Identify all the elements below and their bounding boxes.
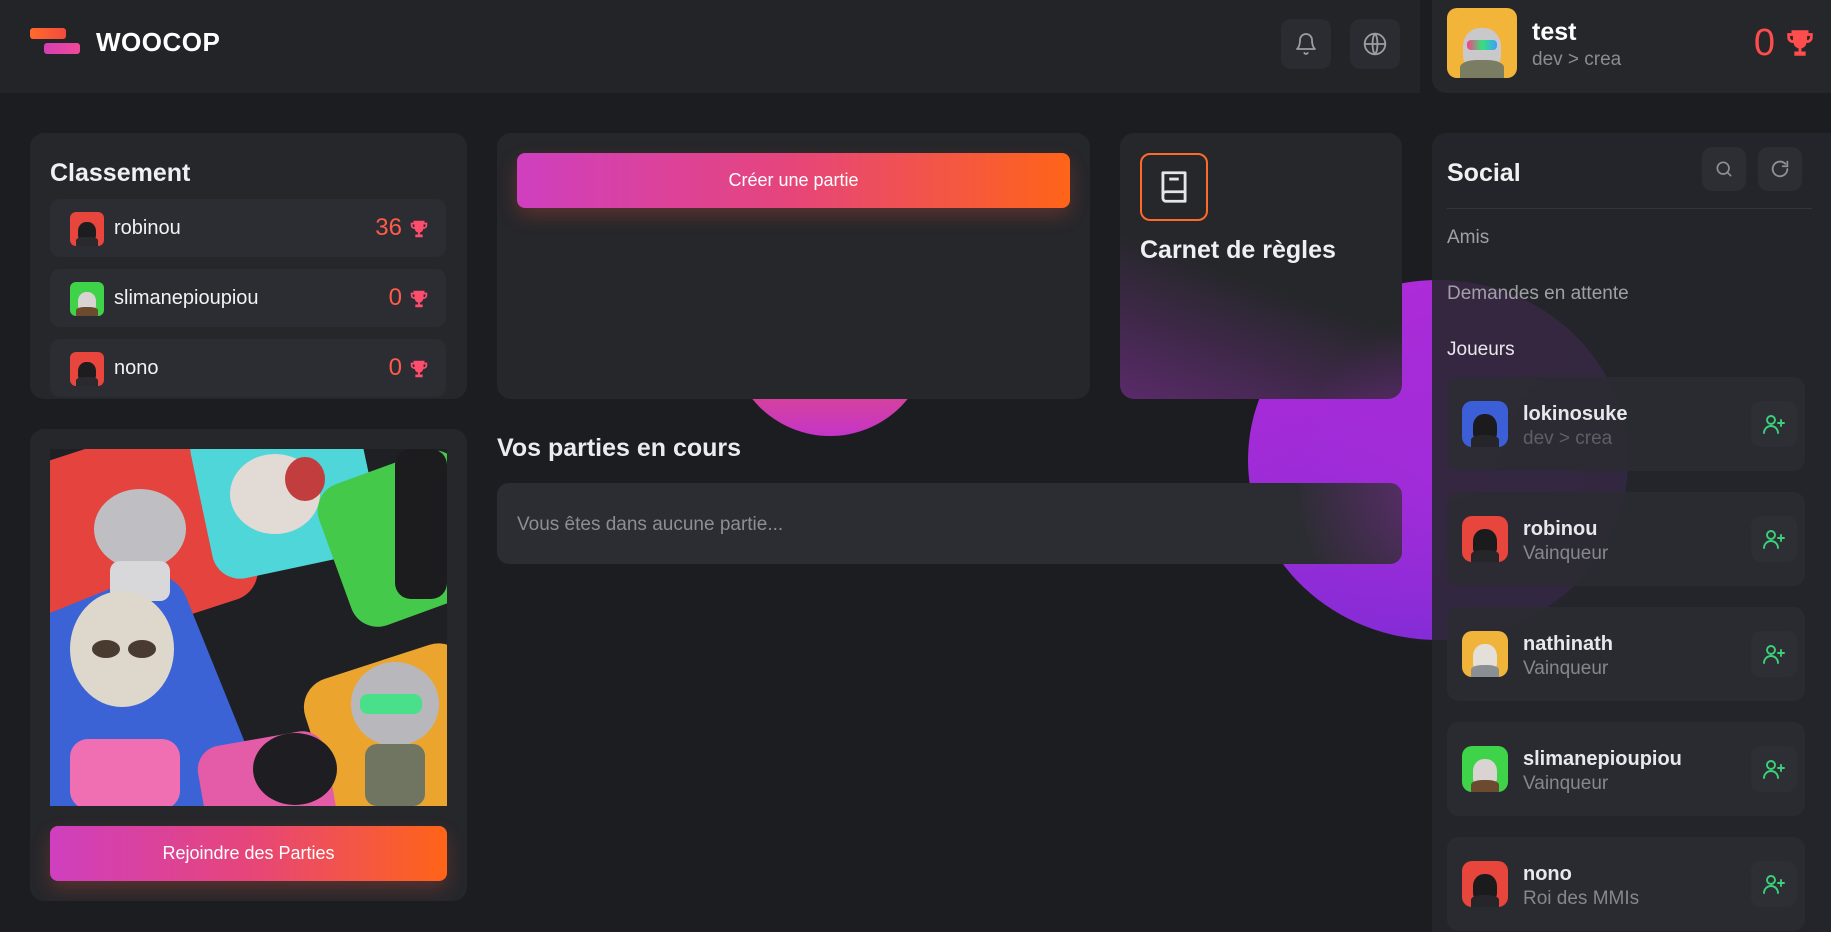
player-card[interactable]: slimanepioupiou Vainqueur bbox=[1447, 722, 1805, 816]
social-search-button[interactable] bbox=[1702, 147, 1746, 191]
leaderboard-row[interactable]: robinou 36 bbox=[50, 199, 446, 257]
leaderboard-player-name: robinou bbox=[114, 217, 181, 239]
user-plus-icon bbox=[1763, 415, 1785, 434]
user-name: test bbox=[1532, 18, 1577, 46]
notifications-button[interactable] bbox=[1281, 19, 1331, 69]
join-games-card: Rejoindre des Parties bbox=[30, 429, 467, 901]
brand-name: WOOCOP bbox=[96, 26, 221, 57]
join-games-button[interactable]: Rejoindre des Parties bbox=[50, 826, 447, 881]
avatar bbox=[1462, 746, 1508, 792]
brand[interactable]: WOOCOP bbox=[30, 26, 220, 58]
player-name: slimanepioupiou bbox=[1523, 748, 1682, 770]
player-subtitle: Roi des MMIs bbox=[1523, 888, 1640, 909]
avatar bbox=[1462, 861, 1508, 907]
add-friend-button[interactable] bbox=[1751, 516, 1797, 562]
add-friend-button[interactable] bbox=[1751, 746, 1797, 792]
trophy-icon bbox=[410, 220, 428, 238]
bell-icon bbox=[1296, 33, 1316, 55]
player-name: nono bbox=[1523, 863, 1572, 885]
brand-logo-icon bbox=[30, 26, 82, 58]
avatar bbox=[1462, 516, 1508, 562]
avatar bbox=[1447, 8, 1517, 78]
social-tab-friends[interactable]: Amis bbox=[1447, 227, 1489, 249]
social-refresh-button[interactable] bbox=[1758, 147, 1802, 191]
player-subtitle: dev > crea bbox=[1523, 428, 1613, 449]
trophy-icon bbox=[1787, 30, 1813, 56]
globe-icon bbox=[1363, 32, 1387, 56]
player-card[interactable]: nathinath Vainqueur bbox=[1447, 607, 1805, 701]
player-name: robinou bbox=[1523, 518, 1598, 540]
social-divider bbox=[1447, 208, 1812, 209]
add-friend-button[interactable] bbox=[1751, 401, 1797, 447]
ongoing-games-title: Vos parties en cours bbox=[497, 434, 742, 462]
social-tab-pending[interactable]: Demandes en attente bbox=[1447, 283, 1629, 305]
player-subtitle: Vainqueur bbox=[1523, 658, 1609, 679]
social-title: Social bbox=[1447, 159, 1521, 187]
rules-icon-frame bbox=[1140, 153, 1208, 221]
leaderboard-score: 0 bbox=[388, 354, 402, 381]
top-bar: WOOCOP bbox=[0, 0, 1420, 93]
player-subtitle: Vainqueur bbox=[1523, 543, 1609, 564]
characters-illustration bbox=[50, 449, 447, 806]
avatar bbox=[70, 282, 104, 316]
leaderboard-player-name: slimanepioupiou bbox=[114, 287, 259, 309]
player-card[interactable]: nono Roi des MMIs bbox=[1447, 837, 1805, 931]
ongoing-games-empty-state: Vous êtes dans aucune partie... bbox=[497, 483, 1402, 564]
language-button[interactable] bbox=[1350, 19, 1400, 69]
player-name: nathinath bbox=[1523, 633, 1613, 655]
user-profile-card[interactable]: test dev > crea 0 bbox=[1432, 0, 1831, 93]
add-friend-button[interactable] bbox=[1751, 631, 1797, 677]
user-subtitle: dev > crea bbox=[1532, 49, 1622, 70]
leaderboard-player-name: nono bbox=[114, 357, 159, 379]
trophy-icon bbox=[410, 360, 428, 378]
add-friend-button[interactable] bbox=[1751, 861, 1797, 907]
leaderboard-card: Classement robinou 36 slimanepioupiou 0 … bbox=[30, 133, 467, 399]
rules-title: Carnet de règles bbox=[1140, 236, 1336, 264]
user-score: 0 bbox=[1753, 22, 1775, 64]
user-plus-icon bbox=[1763, 875, 1785, 894]
search-icon bbox=[1716, 161, 1732, 177]
player-name: lokinosuke bbox=[1523, 403, 1628, 425]
user-plus-icon bbox=[1763, 530, 1785, 549]
user-plus-icon bbox=[1763, 645, 1785, 664]
player-card[interactable]: lokinosuke dev > crea bbox=[1447, 377, 1805, 471]
avatar bbox=[1462, 631, 1508, 677]
player-card[interactable]: robinou Vainqueur bbox=[1447, 492, 1805, 586]
avatar bbox=[1462, 401, 1508, 447]
social-tab-players[interactable]: Joueurs bbox=[1447, 339, 1515, 361]
leaderboard-score: 36 bbox=[375, 214, 402, 241]
player-subtitle: Vainqueur bbox=[1523, 773, 1609, 794]
refresh-icon bbox=[1771, 160, 1789, 178]
avatar bbox=[70, 212, 104, 246]
leaderboard-row[interactable]: slimanepioupiou 0 bbox=[50, 269, 446, 327]
user-plus-icon bbox=[1763, 760, 1785, 779]
avatar bbox=[70, 352, 104, 386]
create-game-card: Créer une partie bbox=[497, 133, 1090, 399]
create-game-button[interactable]: Créer une partie bbox=[517, 153, 1070, 208]
leaderboard-score: 0 bbox=[388, 284, 402, 311]
book-icon bbox=[1161, 171, 1187, 203]
trophy-icon bbox=[410, 290, 428, 308]
leaderboard-title: Classement bbox=[50, 159, 191, 187]
social-panel: Social Amis Demandes en attente Joueurs … bbox=[1432, 133, 1831, 932]
leaderboard-row[interactable]: nono 0 bbox=[50, 339, 446, 397]
